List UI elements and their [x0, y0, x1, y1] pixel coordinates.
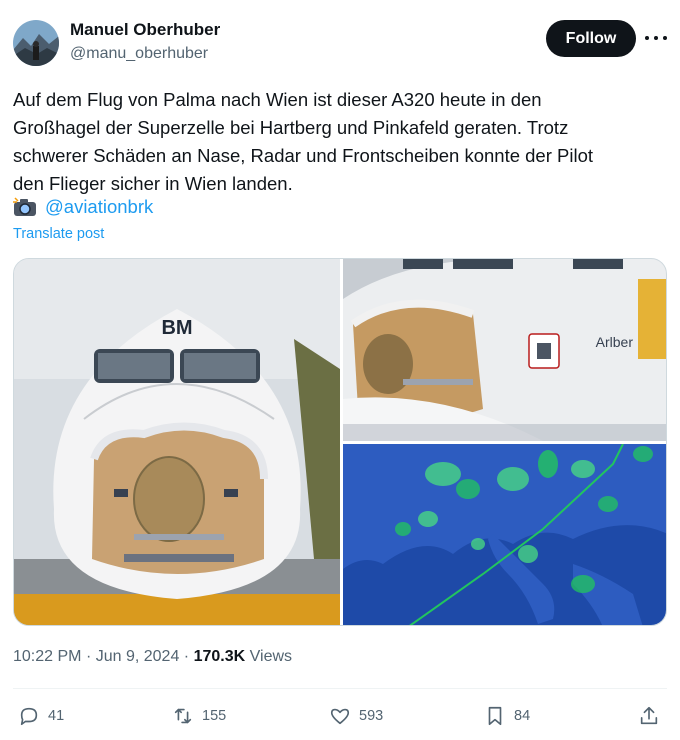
post-meta: 10:22 PM · Jun 9, 2024 · 170.3K Views	[13, 648, 292, 666]
share-icon	[640, 706, 658, 725]
reply-button[interactable]: 41	[18, 703, 64, 729]
translate-post-link[interactable]: Translate post	[13, 226, 104, 242]
media-image-radar-map[interactable]	[343, 444, 666, 625]
more-dots-icon[interactable]	[645, 28, 667, 48]
like-count: 593	[359, 708, 384, 724]
media-grid: BM Arlber	[13, 258, 667, 626]
bookmark-button[interactable]: 84	[484, 703, 530, 729]
tweet-line: Großhagel der Superzelle bei Hartberg un…	[13, 117, 569, 138]
airline-text: Arlber	[596, 334, 634, 350]
repost-button[interactable]: 155	[172, 703, 226, 729]
media-image-nose-front[interactable]: BM	[14, 259, 340, 625]
media-image-nose-side[interactable]: Arlber	[343, 259, 666, 441]
views-label: Views	[249, 648, 293, 665]
author-handle[interactable]: @manu_oberhuber	[70, 45, 208, 63]
reply-icon	[20, 707, 38, 726]
repost-icon	[174, 708, 192, 724]
bookmark-count: 84	[514, 708, 531, 724]
post-date[interactable]: Jun 9, 2024	[96, 648, 180, 665]
like-button[interactable]: 593	[329, 703, 383, 729]
credit-mention[interactable]: @aviationbrk	[45, 196, 153, 218]
repost-count: 155	[202, 708, 227, 724]
avatar[interactable]	[13, 20, 59, 66]
photo-credit: @aviationbrk	[13, 196, 153, 218]
post-time[interactable]: 10:22 PM	[13, 648, 81, 665]
tweet-line: den Flieger sicher in Wien landen.	[13, 173, 293, 194]
meta-separator: ·	[85, 648, 92, 665]
views-count: 170.3K	[193, 648, 246, 665]
nose-text: BM	[161, 317, 192, 339]
tweet-line: schwerer Schäden an Nase, Radar und Fron…	[13, 145, 594, 166]
camera-flash-icon	[13, 197, 37, 217]
follow-button[interactable]: Follow	[546, 20, 636, 57]
share-button[interactable]	[638, 703, 668, 729]
tweet-line: Auf dem Flug von Palma nach Wien ist die…	[13, 89, 542, 110]
reply-count: 41	[48, 708, 65, 724]
bookmark-icon	[488, 706, 502, 726]
tweet-text: Auf dem Flug von Palma nach Wien ist die…	[13, 86, 663, 198]
heart-icon	[330, 708, 350, 725]
divider	[13, 688, 667, 689]
meta-separator: ·	[183, 648, 190, 665]
author-name[interactable]: Manuel Oberhuber	[70, 20, 220, 40]
